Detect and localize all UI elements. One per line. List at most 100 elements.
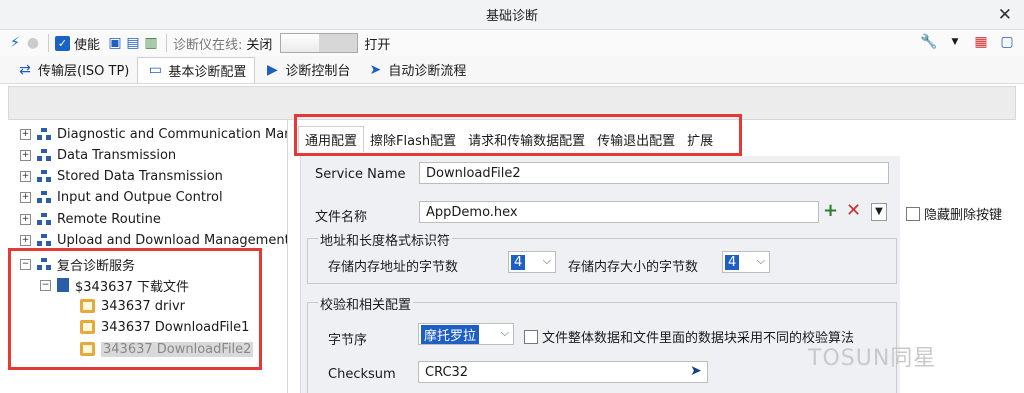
toolbar-right: 🔧 ▼ ▦ ▢ [920, 33, 1016, 51]
divider [166, 34, 168, 52]
addr-bytes-value: 4 [511, 254, 526, 270]
network-icon [37, 234, 51, 246]
checkbox-icon[interactable] [524, 329, 538, 344]
service-tree: + Diagnostic and Communication Managem +… [8, 120, 288, 393]
tree-item-label: Data Transmission [57, 147, 177, 163]
addr-bytes-label: 存储内存地址的字节数 [328, 260, 459, 275]
file-name-input[interactable]: AppDemo.hex [419, 201, 819, 223]
tab-label: 传输层(ISO TP) [38, 64, 130, 79]
check-icon: ✓ [55, 35, 70, 51]
size-bytes-value: 4 [725, 254, 740, 270]
expand-icon[interactable]: + [20, 234, 31, 246]
tree-item[interactable]: + Stored Data Transmission [20, 166, 223, 186]
tree-leaf-label: 343637 drivr [101, 298, 186, 314]
record-icon[interactable]: ● [24, 34, 42, 52]
transport-icon: ⇄ [19, 61, 31, 78]
network-icon [37, 213, 51, 225]
service-icon [57, 278, 69, 292]
checkbox-icon[interactable] [906, 206, 920, 221]
tab-basic-config[interactable]: ▭ 基本诊断配置 [137, 56, 256, 83]
highlight-box [294, 114, 742, 156]
endian-label: 字节序 [328, 333, 368, 348]
network-icon [37, 191, 51, 203]
chevron-down-icon[interactable]: ▼ [946, 33, 964, 51]
lightning-icon[interactable]: ⚡ [6, 34, 24, 52]
expand-icon[interactable]: + [20, 191, 31, 203]
chevron-down-icon: ⌵ [542, 254, 551, 267]
tree-item[interactable]: + Input and Outpue Control [20, 187, 223, 207]
tree-item-download[interactable]: − $343637 下载文件 [40, 275, 189, 295]
toolbar: ⚡ ● ✓ 使能 ▣ ▤ ▥ 诊断仪在线: 关闭 打开 🔧 ▼ ▦ ▢ [0, 30, 1024, 56]
chevron-down-icon: ⌵ [500, 326, 509, 339]
watermark: TOSUN同星 [808, 346, 937, 371]
tree-item[interactable]: + Data Transmission [20, 145, 176, 165]
expand-icon[interactable]: + [20, 213, 31, 225]
tree-item-label: Diagnostic and Communication Managem [57, 126, 287, 142]
addr-bytes-select[interactable]: 4 ⌵ [508, 251, 556, 273]
send-icon: ➤ [369, 61, 382, 78]
checksum-label: Checksum [328, 367, 396, 382]
service-name-input[interactable]: DownloadFile2 [419, 162, 889, 184]
online-state: 关闭 [246, 37, 273, 53]
network-icon [37, 149, 51, 161]
expand-icon[interactable]: + [20, 149, 31, 161]
tab-transport-layer[interactable]: ⇄ 传输层(ISO TP) [8, 57, 137, 83]
chevron-down-icon: ⌵ [756, 254, 765, 267]
file-name-label: 文件名称 [315, 210, 368, 225]
tab-label: 基本诊断配置 [168, 64, 247, 80]
different-algo-checkbox[interactable]: 文件整体数据和文件里面的数据块采用不同的校验算法 [524, 327, 854, 346]
network-icon [37, 258, 51, 270]
expand-icon[interactable]: + [20, 170, 31, 182]
expand-icon[interactable]: ▢ [998, 33, 1016, 51]
save-icon[interactable]: ▤ [124, 34, 142, 52]
tree-item-label: Stored Data Transmission [57, 168, 223, 184]
online-toggle[interactable] [280, 33, 359, 53]
expand-icon[interactable]: + [20, 128, 31, 140]
checksum-input[interactable]: CRC32 [418, 361, 708, 383]
tree-leaf-label: 343637 DownloadFile2 [101, 341, 254, 357]
tree-item[interactable]: + Remote Routine [20, 209, 161, 229]
tree-item[interactable]: + Diagnostic and Communication Managem [20, 124, 287, 144]
size-bytes-select[interactable]: 4 ⌵ [722, 251, 770, 273]
address-format-group: 地址和长度格式标识符 存储内存地址的字节数 4 ⌵ 存储内存大小的字节数 4 ⌵ [307, 230, 897, 284]
tree-item-label: Remote Routine [57, 211, 161, 227]
add-icon[interactable]: + [823, 200, 838, 221]
tree-item-composite[interactable]: − 复合诊断服务 [20, 254, 135, 274]
enable-checkbox[interactable]: ✓ 使能 [55, 34, 100, 53]
address-group-title: 地址和长度格式标识符 [318, 230, 453, 249]
collapse-icon[interactable]: − [20, 258, 31, 270]
endian-select[interactable]: 摩托罗拉 ⌵ [418, 323, 514, 345]
tree-item-label: Input and Outpue Control [57, 189, 223, 205]
hide-delete-checkbox[interactable]: 隐藏删除按键 [906, 204, 1002, 223]
network-icon [37, 128, 51, 140]
divider [48, 34, 49, 52]
tab-diag-console[interactable]: ▶ 诊断控制台 [255, 57, 358, 83]
service-name-label: Service Name [315, 167, 406, 182]
tree-item[interactable]: + Upload and Download Management [20, 230, 288, 250]
file-icon [80, 320, 95, 334]
main-tabstrip: ⇄ 传输层(ISO TP) ▭ 基本诊断配置 ▶ 诊断控制台 ➤ 自动诊断流程 [0, 56, 1024, 84]
save-as-icon[interactable]: ▥ [142, 34, 160, 52]
toggle-knob[interactable] [319, 34, 358, 52]
tab-auto-flow[interactable]: ➤ 自动诊断流程 [358, 57, 474, 83]
file-menu-chevron-icon[interactable]: ▼ [871, 203, 887, 221]
endian-value: 摩托罗拉 [421, 324, 480, 344]
cursor-icon[interactable]: ➤ [690, 363, 702, 379]
online-label: 诊断仪在线: [173, 37, 243, 53]
tree-item-label: 复合诊断服务 [57, 258, 136, 274]
delete-icon[interactable]: ▦ [972, 33, 990, 51]
tree-item-label: Upload and Download Management [57, 232, 288, 248]
tab-label: 自动诊断流程 [388, 64, 467, 79]
close-icon[interactable]: ✕ [998, 5, 1012, 25]
wrench-icon[interactable]: 🔧 [920, 33, 938, 51]
title-bar: 基础诊断 ✕ [0, 0, 1024, 30]
remove-icon[interactable]: ✕ [846, 200, 861, 221]
collapse-icon[interactable]: − [40, 279, 51, 291]
console-icon: ▶ [267, 61, 278, 78]
tree-leaf[interactable]: 343637 DownloadFile1 [80, 317, 249, 337]
tree-item-label: $343637 下载文件 [75, 279, 190, 295]
open-folder-icon[interactable]: ▣ [106, 34, 124, 52]
file-icon [80, 342, 95, 356]
tree-leaf-selected[interactable]: 343637 DownloadFile2 [80, 339, 254, 359]
tree-leaf[interactable]: 343637 drivr [80, 296, 185, 316]
